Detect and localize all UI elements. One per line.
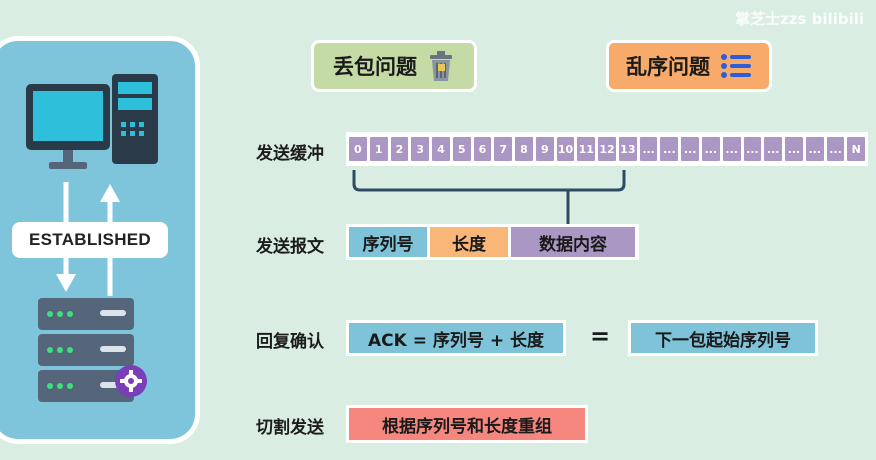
ack-label: 回复确认	[256, 332, 324, 352]
buffer-cell: 12	[598, 137, 616, 161]
equals-sign: =	[590, 322, 611, 350]
buffer-bracket	[352, 170, 626, 224]
buffer-cell: 11	[577, 137, 596, 161]
buffer-cell: ...	[681, 137, 700, 161]
packet-loss-label: 丢包问题	[333, 55, 417, 79]
buffer-cell: 6	[473, 137, 492, 161]
buffer-cell: 0	[349, 137, 367, 161]
buffer-cell: 8	[515, 137, 533, 161]
buffer-cell: 2	[390, 137, 409, 161]
list-icon	[721, 54, 751, 78]
buffer-cell: 1	[369, 137, 388, 161]
buffer-cell: ...	[785, 137, 803, 161]
buffer-cell: 13	[618, 137, 637, 161]
segment-format: 序列号 长度 数据内容	[346, 224, 639, 260]
trash-can-icon	[430, 51, 452, 81]
buffer-cell: 7	[494, 137, 513, 161]
buffer-cell: N	[847, 137, 866, 161]
buffer-cell: ...	[702, 137, 720, 161]
buffer-cell: ...	[639, 137, 658, 161]
buffer-cell: 9	[535, 137, 554, 161]
buffer-cell: 4	[432, 137, 450, 161]
buffer-cell: ...	[805, 137, 824, 161]
gear-icon	[115, 365, 147, 397]
segment-length: 长度	[430, 227, 508, 257]
buffer-cell: ...	[764, 137, 783, 161]
segment-data: 数据内容	[511, 227, 635, 257]
reassemble-box: 根据序列号和长度重组	[346, 405, 588, 443]
ack-formula: ACK = 序列号 + 长度	[346, 320, 566, 356]
ack-result: 下一包起始序列号	[628, 320, 818, 356]
split-send-label: 切割发送	[256, 418, 324, 438]
desktop-computer-icon	[26, 74, 158, 169]
watermark: 掌芝士zzs bilibili	[735, 10, 864, 28]
connection-state-label: ESTABLISHED	[12, 222, 168, 258]
buffer-cell: ...	[722, 137, 741, 161]
buffer-cell: ...	[743, 137, 762, 161]
send-segment-label: 发送报文	[256, 237, 324, 257]
buffer-cell: 5	[452, 137, 471, 161]
buffer-cell: ...	[660, 137, 679, 161]
out-of-order-label: 乱序问题	[626, 55, 710, 79]
out-of-order-tag: 乱序问题	[606, 40, 772, 92]
send-buffer-label: 发送缓冲	[256, 144, 324, 164]
segment-seq: 序列号	[349, 227, 427, 257]
buffer-cell: 3	[411, 137, 430, 161]
packet-loss-tag: 丢包问题	[311, 40, 477, 92]
buffer-cell: ...	[826, 137, 845, 161]
send-buffer: 0 1 2 3 4 5 6 7 8 9 10 11 12 13......................…	[346, 132, 868, 166]
buffer-cell: 10	[556, 137, 575, 161]
